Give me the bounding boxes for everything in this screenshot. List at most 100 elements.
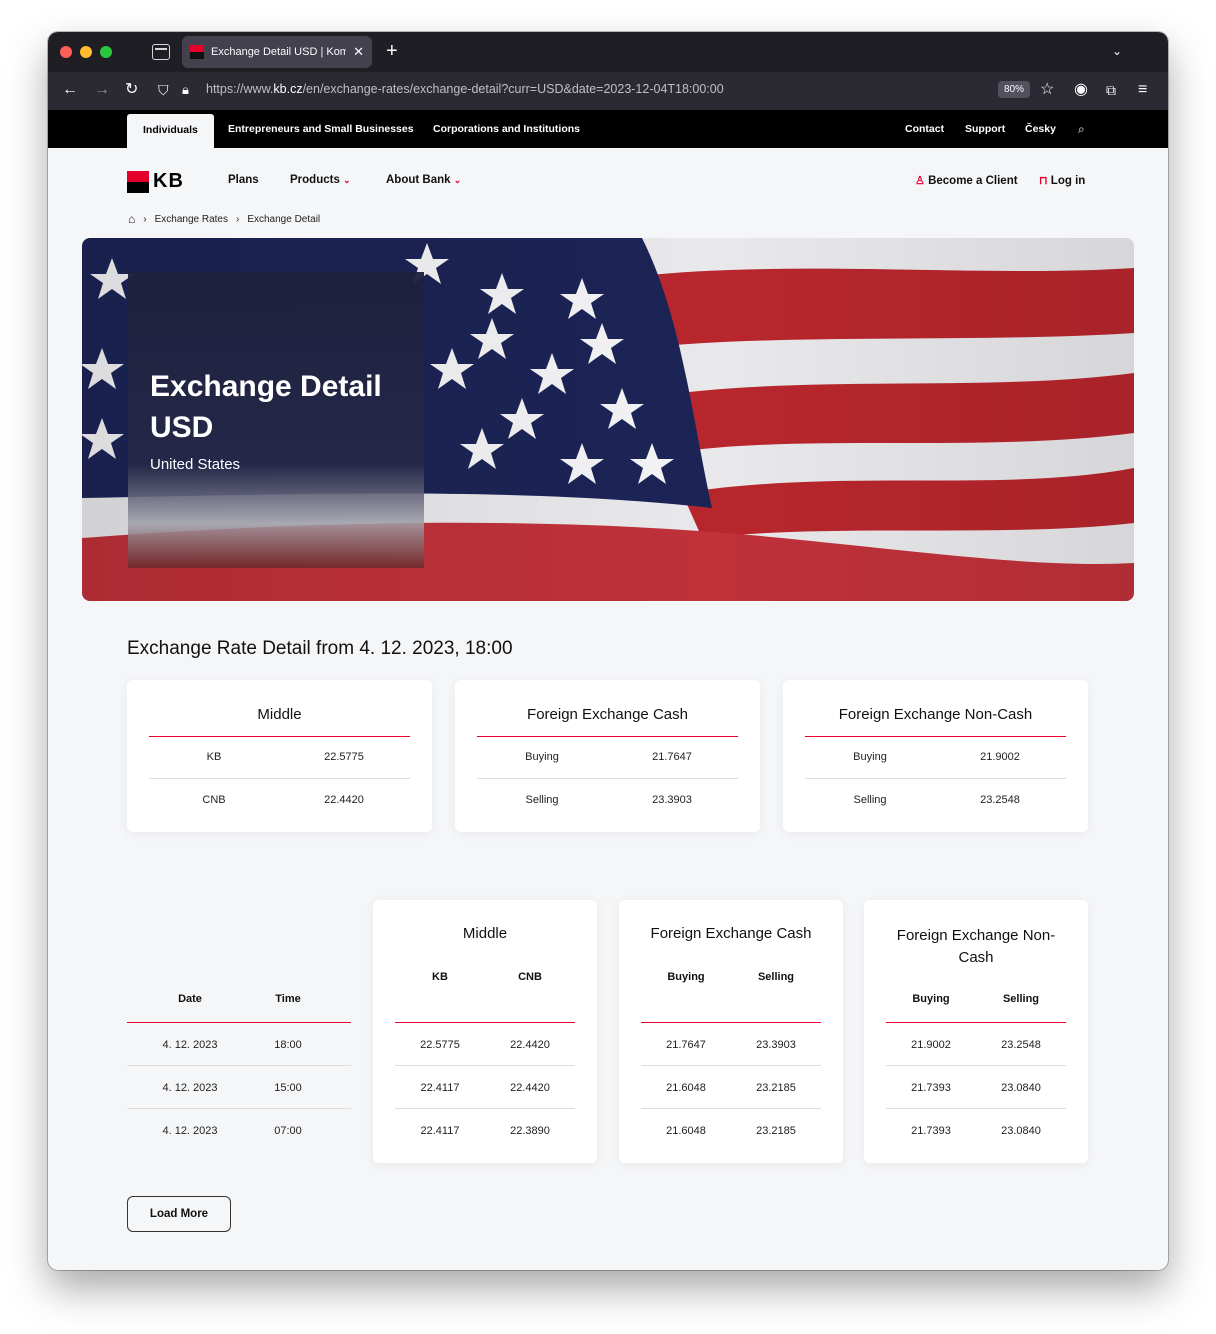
red-divider bbox=[127, 1022, 351, 1023]
lock-icon[interactable]: 🔒︎ bbox=[182, 80, 189, 100]
row-value: 22.5775 bbox=[324, 751, 364, 763]
segment-corporations[interactable]: Corporations and Institutions bbox=[433, 110, 580, 148]
date-cell: 4. 12. 2023 bbox=[162, 1082, 218, 1094]
hero-banner: Exchange Detail USD United States bbox=[82, 238, 1134, 601]
row-divider bbox=[477, 778, 738, 779]
value-cell: 22.3890 bbox=[510, 1125, 550, 1137]
account-icon[interactable]: ◉ bbox=[1074, 80, 1088, 100]
browser-window: Exchange Detail USD | Komerční ✕ + ⌄ ← →… bbox=[48, 32, 1168, 1270]
close-tab-icon[interactable]: ✕ bbox=[353, 44, 364, 60]
close-window-button[interactable] bbox=[60, 46, 72, 58]
extensions-icon[interactable]: ⧉ bbox=[1106, 80, 1116, 100]
date-cell: 4. 12. 2023 bbox=[162, 1039, 218, 1051]
row-label: KB bbox=[206, 751, 222, 763]
time-cell: 07:00 bbox=[274, 1125, 302, 1137]
cash-rate-card: Foreign Exchange Cash Buying 21.7647 Sel… bbox=[455, 680, 760, 832]
value-cell: 22.4117 bbox=[420, 1082, 460, 1094]
menu-icon[interactable]: ≡ bbox=[1138, 80, 1147, 100]
segment-individuals[interactable]: Individuals bbox=[127, 114, 214, 148]
hero-title: Exchange Detail USD bbox=[150, 370, 382, 444]
url-field[interactable]: https://www.kb.cz/en/exchange-rates/exch… bbox=[206, 82, 724, 96]
red-divider bbox=[477, 736, 738, 737]
load-more-button[interactable]: Load More bbox=[127, 1196, 231, 1232]
value-cell: 21.7647 bbox=[666, 1039, 706, 1051]
hero-overlay-panel: Exchange Detail USD United States bbox=[128, 272, 424, 568]
become-client-label: Become a Client bbox=[928, 175, 1018, 187]
row-divider bbox=[395, 1065, 575, 1066]
maximize-window-button[interactable] bbox=[100, 46, 112, 58]
card-title: Foreign Exchange Non- Cash bbox=[864, 925, 1088, 969]
back-arrow-icon[interactable]: ← bbox=[62, 80, 78, 100]
row-divider bbox=[127, 1108, 351, 1109]
reload-icon[interactable]: ↻ bbox=[125, 80, 138, 100]
column-header: Selling bbox=[757, 971, 795, 983]
login-link[interactable]: ⊓ Log in bbox=[1039, 174, 1085, 187]
kb-logo[interactable]: KB bbox=[127, 170, 184, 193]
time-cell: 18:00 bbox=[274, 1039, 302, 1051]
detail-title: Exchange Rate Detail from 4. 12. 2023, 1… bbox=[127, 638, 513, 659]
home-icon[interactable]: ⌂ bbox=[128, 212, 135, 226]
red-divider bbox=[149, 736, 410, 737]
segment-entrepreneurs[interactable]: Entrepreneurs and Small Businesses bbox=[228, 110, 414, 148]
value-cell: 22.5775 bbox=[420, 1039, 460, 1051]
url-path: /en/exchange-rates/exchange-detail?curr=… bbox=[302, 82, 724, 96]
minimize-window-button[interactable] bbox=[80, 46, 92, 58]
search-icon[interactable]: ⌕ bbox=[1078, 110, 1085, 148]
history-middle-card: Middle KB CNB 22.5775 22.4420 22.4117 22… bbox=[373, 900, 597, 1163]
lock-icon: ⊓ bbox=[1039, 175, 1048, 187]
row-label: Selling bbox=[853, 794, 887, 806]
row-divider bbox=[641, 1108, 821, 1109]
nav-products[interactable]: Products ⌄ bbox=[290, 174, 351, 186]
forward-arrow-icon[interactable]: → bbox=[94, 80, 110, 100]
history-cash-card: Foreign Exchange Cash Buying Selling 21.… bbox=[619, 900, 843, 1163]
chevron-down-icon: ⌄ bbox=[343, 175, 351, 185]
nav-about-bank[interactable]: About Bank ⌄ bbox=[386, 174, 461, 186]
breadcrumb: ⌂ › Exchange Rates › Exchange Detail bbox=[128, 212, 320, 226]
nav-plans[interactable]: Plans bbox=[228, 174, 259, 186]
logo-mark bbox=[127, 170, 149, 193]
row-divider bbox=[395, 1108, 575, 1109]
row-label: Buying bbox=[525, 751, 559, 763]
row-divider bbox=[886, 1065, 1066, 1066]
chevron-down-icon[interactable]: ⌄ bbox=[1112, 44, 1122, 58]
value-cell: 23.2185 bbox=[756, 1082, 796, 1094]
row-divider bbox=[127, 1065, 351, 1066]
breadcrumb-exchange-rates[interactable]: Exchange Rates bbox=[155, 214, 228, 225]
browser-toolbar: ← → ↻ ⛉ 🔒︎ https://www.kb.cz/en/exchange… bbox=[48, 72, 1168, 110]
browser-tab-bar: Exchange Detail USD | Komerční ✕ + ⌄ bbox=[48, 32, 1168, 72]
card-title: Foreign Exchange Non-Cash bbox=[838, 706, 1033, 723]
shield-icon[interactable]: ⛉ bbox=[158, 80, 169, 100]
support-link[interactable]: Support bbox=[965, 110, 1005, 148]
url-domain: kb.cz bbox=[273, 82, 303, 96]
column-header: Buying bbox=[667, 971, 705, 983]
value-cell: 22.4117 bbox=[420, 1125, 460, 1137]
row-divider bbox=[886, 1108, 1066, 1109]
card-title: Middle bbox=[257, 706, 302, 723]
site-header: KB Plans Products ⌄ About Bank ⌄ ♙ Becom… bbox=[48, 148, 1168, 212]
card-title: Foreign Exchange Cash bbox=[527, 706, 688, 723]
date-header: Date bbox=[178, 993, 202, 1005]
contact-link[interactable]: Contact bbox=[905, 110, 944, 148]
value-cell: 23.2185 bbox=[756, 1125, 796, 1137]
value-cell: 22.4420 bbox=[510, 1082, 550, 1094]
bookmark-star-icon[interactable]: ☆ bbox=[1040, 80, 1054, 100]
row-label: CNB bbox=[202, 794, 226, 806]
row-divider bbox=[805, 778, 1066, 779]
chevron-right-icon: › bbox=[235, 213, 240, 225]
tab-list-icon[interactable] bbox=[152, 44, 170, 60]
column-header: Buying bbox=[912, 993, 950, 1005]
new-tab-icon[interactable]: + bbox=[386, 40, 398, 62]
red-divider bbox=[641, 1022, 821, 1023]
value-cell: 23.0840 bbox=[1001, 1082, 1041, 1094]
value-cell: 23.3903 bbox=[756, 1039, 796, 1051]
row-value: 21.7647 bbox=[652, 751, 692, 763]
middle-rate-card: Middle KB 22.5775 CNB 22.4420 bbox=[127, 680, 432, 832]
window-controls bbox=[60, 46, 112, 58]
value-cell: 23.2548 bbox=[1001, 1039, 1041, 1051]
row-value: 23.2548 bbox=[980, 794, 1020, 806]
browser-tab-active[interactable]: Exchange Detail USD | Komerční ✕ bbox=[182, 36, 372, 68]
language-link[interactable]: Česky bbox=[1025, 110, 1056, 148]
value-cell: 21.6048 bbox=[666, 1125, 706, 1137]
zoom-level[interactable]: 80% bbox=[998, 81, 1031, 98]
become-client-link[interactable]: ♙ Become a Client bbox=[915, 174, 1018, 187]
